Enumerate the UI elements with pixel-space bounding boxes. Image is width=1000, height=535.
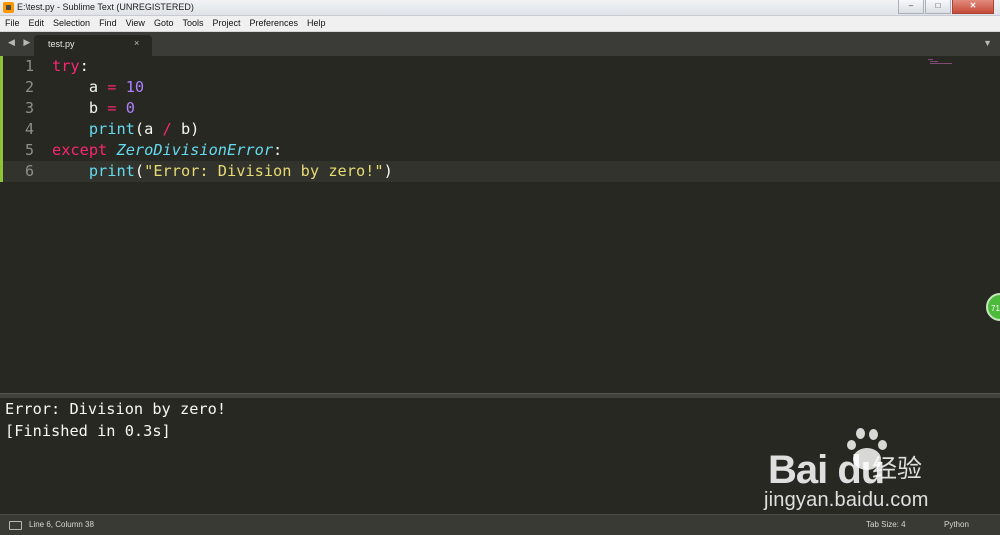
- line-number: 6: [24, 162, 34, 180]
- menu-project[interactable]: Project: [207, 16, 244, 31]
- line-number: 2: [24, 78, 34, 96]
- code-token: b): [171, 120, 200, 138]
- modified-line-marker: [0, 161, 3, 182]
- maximize-button[interactable]: □: [925, 0, 951, 14]
- code-token: /: [162, 120, 172, 138]
- code-token: print: [88, 162, 135, 180]
- code-line[interactable]: print("Error: Division by zero!"): [52, 161, 393, 182]
- baidu-jingyan-watermark: Bai du 经验 jingyan.baidu.com: [764, 428, 964, 512]
- modified-line-marker: [0, 77, 3, 98]
- tab-label: test.py: [48, 39, 75, 49]
- tab-size-indicator[interactable]: Tab Size: 4: [866, 520, 906, 529]
- tab-close-icon[interactable]: ×: [134, 38, 139, 48]
- window-controls: – □ ✕: [898, 0, 994, 14]
- status-bar: Line 6, Column 38 Tab Size: 4 Python: [0, 514, 1000, 535]
- line-number: 3: [24, 99, 34, 117]
- menu-tools[interactable]: Tools: [177, 16, 207, 31]
- line-number: 4: [24, 120, 34, 138]
- menu-view[interactable]: View: [121, 16, 149, 31]
- output-line: Error: Division by zero!: [5, 400, 227, 418]
- code-line[interactable]: print(a / b): [52, 119, 200, 140]
- code-token: 10: [125, 78, 145, 96]
- panel-toggle-icon[interactable]: [9, 521, 22, 530]
- line-number: 1: [24, 57, 34, 75]
- menu-bar: File Edit Selection Find View Goto Tools…: [0, 16, 1000, 32]
- code-line[interactable]: b = 0: [52, 98, 135, 119]
- minimize-button[interactable]: –: [898, 0, 924, 14]
- line-number: 5: [24, 141, 34, 159]
- close-button[interactable]: ✕: [952, 0, 994, 14]
- menu-find[interactable]: Find: [94, 16, 121, 31]
- code-token: "Error: Division by zero!": [144, 162, 384, 180]
- modified-line-marker: [0, 56, 3, 77]
- modified-line-marker: [0, 98, 3, 119]
- tab-nav-arrows-icon[interactable]: ◀ ▶: [8, 37, 33, 48]
- sublime-text-icon: [3, 2, 14, 13]
- code-line[interactable]: except ZeroDivisionError:: [52, 140, 282, 161]
- menu-edit[interactable]: Edit: [24, 16, 49, 31]
- menu-preferences[interactable]: Preferences: [244, 16, 302, 31]
- code-token: except: [52, 141, 108, 159]
- output-line: [Finished in 0.3s]: [5, 422, 171, 440]
- title-bar: E:\test.py - Sublime Text (UNREGISTERED)…: [0, 0, 1000, 16]
- code-token: a: [52, 78, 108, 96]
- minimap[interactable]: [928, 58, 954, 66]
- code-token: print: [88, 120, 135, 138]
- code-token: :: [79, 57, 89, 75]
- modified-line-marker: [0, 119, 3, 140]
- tab-bar: ◀ ▶ test.py × ▼: [0, 32, 1000, 56]
- code-token: b: [52, 99, 108, 117]
- code-token: 0: [125, 99, 135, 117]
- code-line[interactable]: try:: [52, 56, 89, 77]
- watermark-chinese: 经验: [872, 455, 923, 483]
- code-line[interactable]: a = 10: [52, 77, 144, 98]
- menu-file[interactable]: File: [0, 16, 24, 31]
- menu-selection[interactable]: Selection: [48, 16, 94, 31]
- syntax-indicator[interactable]: Python: [944, 520, 969, 529]
- code-token: :: [273, 141, 283, 159]
- watermark-brand: Bai du: [768, 448, 885, 492]
- window-title: E:\test.py - Sublime Text (UNREGISTERED): [17, 2, 194, 12]
- watermark-url: jingyan.baidu.com: [764, 489, 929, 511]
- cursor-position: Line 6, Column 38: [29, 520, 94, 529]
- code-token: ZeroDivisionError: [116, 141, 274, 159]
- code-token: try: [52, 57, 80, 75]
- menu-goto[interactable]: Goto: [149, 16, 178, 31]
- code-token: (: [134, 162, 145, 180]
- code-editor[interactable]: 123456 try: a = 10 b = 0 print(a / b) exc…: [0, 56, 1000, 393]
- menu-help[interactable]: Help: [302, 16, 330, 31]
- code-token: (a: [134, 120, 163, 138]
- code-token: ): [383, 162, 393, 180]
- modified-line-marker: [0, 140, 3, 161]
- tab-dropdown-icon[interactable]: ▼: [983, 38, 992, 48]
- tab-test-py[interactable]: test.py ×: [34, 35, 152, 56]
- floating-badge[interactable]: 71: [986, 293, 1000, 321]
